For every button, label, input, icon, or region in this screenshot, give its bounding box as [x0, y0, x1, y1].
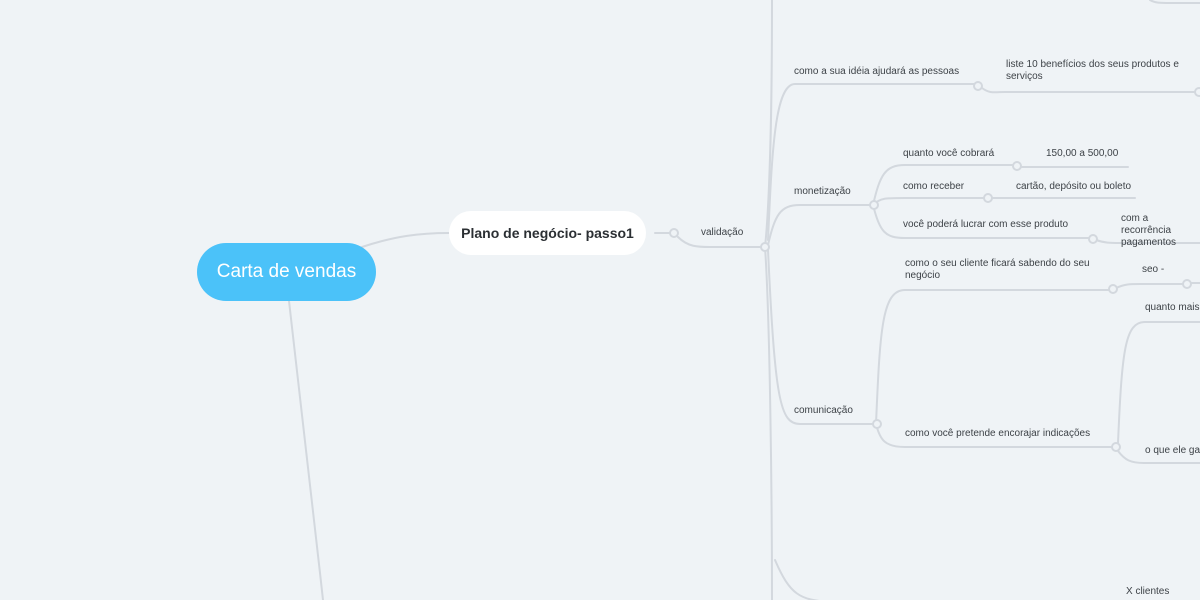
- connector-sabendo: [875, 289, 1112, 425]
- connector-root-down: [288, 300, 324, 600]
- knob-validacao: [669, 228, 679, 238]
- topic-cobrara-valor[interactable]: 150,00 a 500,00: [1046, 148, 1118, 160]
- topic-ideia[interactable]: como a sua idéia ajudará as pessoas: [794, 66, 959, 78]
- connector-bottom: [774, 559, 820, 600]
- connector-quanto-mais: [1117, 321, 1200, 444]
- connector-top-right: [1149, 0, 1200, 4]
- topic-x-clientes[interactable]: X clientes: [1126, 586, 1169, 598]
- knob-sabendo: [1108, 284, 1118, 294]
- connector-ideia: [767, 83, 978, 241]
- connector-monetizacao: [767, 204, 874, 246]
- connector-comunicacao: [767, 249, 877, 425]
- knob-lucrar: [1088, 234, 1098, 244]
- connector-lines: [288, 0, 1200, 600]
- mind-map-canvas: Carta de vendas Plano de negócio- passo1…: [0, 0, 1200, 600]
- connector-receber: [872, 197, 986, 206]
- topic-beneficios[interactable]: liste 10 benefícios dos seus produtos e …: [1006, 59, 1196, 83]
- topic-comunicacao[interactable]: comunicação: [794, 405, 853, 417]
- knob-trunk: [760, 242, 770, 252]
- topic-o-que-ele[interactable]: o que ele gan: [1145, 445, 1200, 457]
- knob-receber: [983, 193, 993, 203]
- connector-beneficios: [981, 87, 1199, 94]
- topic-receber[interactable]: como receber: [903, 181, 964, 193]
- topic-monetizacao[interactable]: monetização: [794, 186, 851, 198]
- main-topic-plano[interactable]: Plano de negócio- passo1: [449, 211, 646, 255]
- topic-cobrara[interactable]: quanto você cobrará: [903, 148, 994, 160]
- topic-lucrar-valor[interactable]: com a recorrência pagamentos: [1121, 213, 1200, 249]
- topic-quanto-mais[interactable]: quanto mais: [1145, 302, 1199, 314]
- topic-indicacoes[interactable]: como você pretende encorajar indicações: [905, 428, 1090, 440]
- topic-validacao[interactable]: validação: [701, 227, 743, 239]
- topic-seo[interactable]: seo -: [1142, 264, 1164, 276]
- knob-ideia: [973, 81, 983, 91]
- connector-seo: [1115, 283, 1186, 289]
- topic-sabendo[interactable]: como o seu cliente ficará sabendo do seu…: [905, 258, 1110, 282]
- knob-beneficios: [1194, 87, 1200, 97]
- knob-cobrara: [1012, 161, 1022, 171]
- topic-receber-valor[interactable]: cartão, depósito ou boleto: [1016, 181, 1131, 193]
- root-topic[interactable]: Carta de vendas: [197, 243, 376, 301]
- knob-comunicacao: [872, 419, 882, 429]
- knob-indicacoes: [1111, 442, 1121, 452]
- topic-lucrar[interactable]: você poderá lucrar com esse produto: [903, 219, 1068, 231]
- knob-seo: [1182, 279, 1192, 289]
- knob-monetizacao: [869, 200, 879, 210]
- connector-root-main: [361, 232, 450, 248]
